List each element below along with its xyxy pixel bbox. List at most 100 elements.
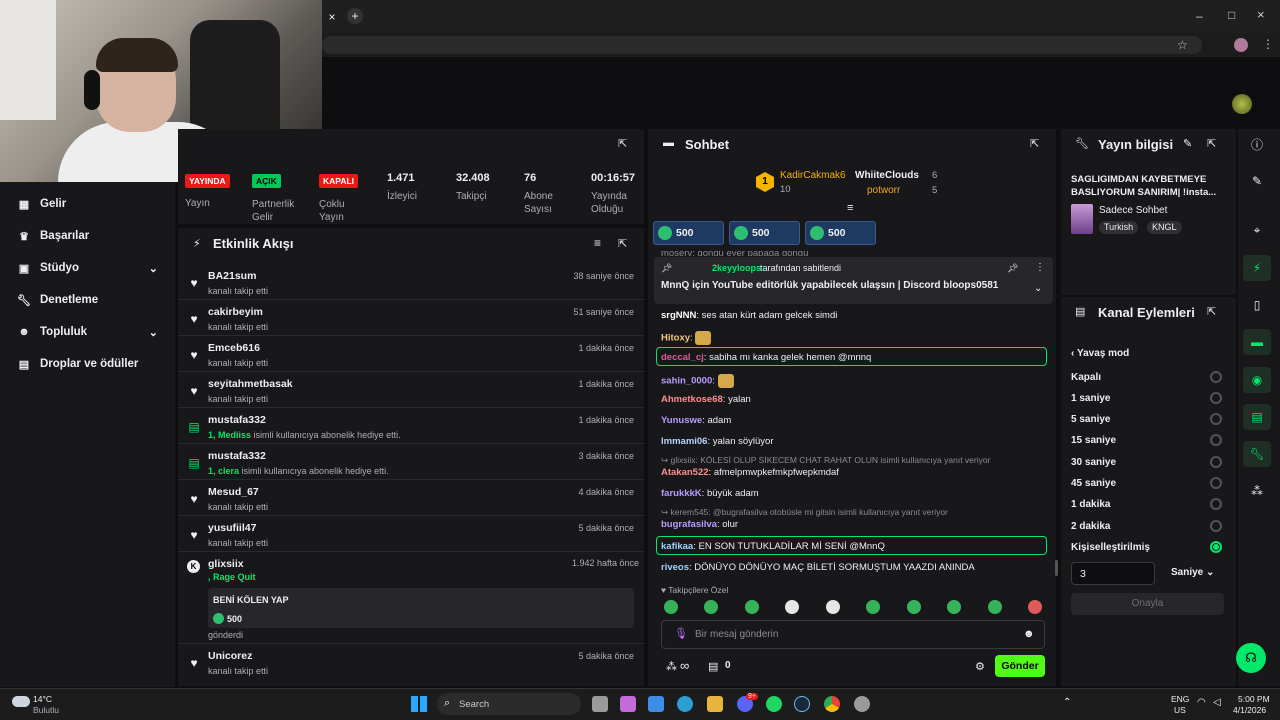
radio[interactable] bbox=[1210, 498, 1222, 510]
radio-selected[interactable] bbox=[1210, 541, 1222, 553]
copilot-icon[interactable] bbox=[620, 696, 636, 712]
tab-close-button[interactable]: × bbox=[325, 10, 339, 24]
nav-item-droplar[interactable]: ▤ Droplar ve ödüller bbox=[16, 354, 166, 374]
radio[interactable] bbox=[1210, 434, 1222, 446]
new-tab-button[interactable]: + bbox=[347, 8, 363, 24]
points-chip[interactable]: 500 bbox=[653, 221, 724, 245]
wrench-icon[interactable]: 🔧︎ bbox=[1243, 441, 1271, 467]
edge-icon[interactable] bbox=[677, 696, 693, 712]
window-minimize-button[interactable]: – bbox=[1196, 9, 1208, 23]
support-button[interactable]: ☊ bbox=[1236, 643, 1266, 673]
stat-label-yayin: Yayın bbox=[185, 198, 210, 209]
mods-icon[interactable]: ⁂ bbox=[666, 660, 677, 673]
tag-chip[interactable]: Turkish bbox=[1099, 221, 1139, 234]
popout-icon[interactable]: ⇱ bbox=[1030, 137, 1039, 150]
target-icon[interactable]: ⌖ bbox=[1243, 217, 1271, 243]
url-bar[interactable] bbox=[322, 36, 1202, 54]
points-chip[interactable]: 500 bbox=[805, 221, 876, 245]
nav-item-denetleme[interactable]: 🔧︎ Denetleme bbox=[16, 290, 166, 310]
steam-icon[interactable] bbox=[794, 696, 810, 712]
taskview-icon[interactable] bbox=[592, 696, 608, 712]
apply-button[interactable]: Onayla bbox=[1071, 593, 1224, 615]
slow-option[interactable]: Kapalı bbox=[1071, 369, 1226, 385]
emote-button[interactable] bbox=[745, 600, 759, 614]
emoji-icon[interactable]: ☻ bbox=[1023, 628, 1035, 640]
explorer-icon[interactable] bbox=[707, 696, 723, 712]
slow-option[interactable]: 45 saniye bbox=[1071, 475, 1226, 491]
app-icon[interactable] bbox=[854, 696, 870, 712]
pin-icon[interactable]: 📌︎ bbox=[1007, 263, 1018, 274]
popout-icon[interactable]: ⇱ bbox=[618, 237, 627, 250]
slow-option-selected[interactable]: Kişiselleştirilmiş bbox=[1071, 539, 1226, 555]
user-avatar[interactable] bbox=[1232, 94, 1252, 114]
radio[interactable] bbox=[1210, 392, 1222, 404]
collapse-icon[interactable]: ≡ bbox=[847, 202, 853, 214]
emote-button[interactable] bbox=[988, 600, 1002, 614]
profile-avatar[interactable] bbox=[1234, 38, 1248, 52]
popout-icon[interactable]: ⇱ bbox=[1207, 305, 1216, 318]
send-button[interactable]: Gönder bbox=[995, 655, 1045, 677]
popout-icon[interactable]: ⇱ bbox=[618, 137, 627, 150]
emote-button[interactable] bbox=[947, 600, 961, 614]
broadcast-icon[interactable]: ◉ bbox=[1243, 367, 1271, 393]
edit-icon[interactable]: ✎ bbox=[1183, 137, 1192, 150]
emote-button[interactable] bbox=[907, 600, 921, 614]
tray-chevron-icon[interactable]: ⌃ bbox=[1063, 697, 1071, 708]
emote-button[interactable] bbox=[785, 600, 799, 614]
mic-icon[interactable]: 🎙︎ bbox=[674, 627, 688, 640]
slow-option[interactable]: 15 saniye bbox=[1071, 432, 1226, 448]
nav-item-studyo[interactable]: ▣ Stüdyo ⌄ bbox=[16, 258, 166, 278]
filter-icon[interactable]: ≡ bbox=[594, 236, 601, 250]
lang-label[interactable]: ENG bbox=[1171, 694, 1189, 704]
window-close-button[interactable]: × bbox=[1257, 7, 1269, 22]
info-icon[interactable]: ⓘ bbox=[1243, 131, 1271, 157]
radio[interactable] bbox=[1210, 371, 1222, 383]
radio[interactable] bbox=[1210, 413, 1222, 425]
bolt-icon[interactable]: ⚡︎ bbox=[1243, 255, 1271, 281]
emote-button[interactable] bbox=[704, 600, 718, 614]
slow-option[interactable]: 1 dakika bbox=[1071, 496, 1226, 512]
nav-item-basarilar[interactable]: ♛ Başarılar bbox=[16, 226, 166, 246]
radio[interactable] bbox=[1210, 520, 1222, 532]
chat-scrollbar[interactable] bbox=[1055, 560, 1058, 576]
volume-icon[interactable]: ◁ bbox=[1213, 697, 1221, 708]
stat-label-coklu: Çoklu Yayın bbox=[319, 199, 345, 223]
slow-option[interactable]: 30 saniye bbox=[1071, 454, 1226, 470]
nav-item-topluluk[interactable]: ☻ Topluluk ⌄ bbox=[16, 322, 166, 342]
pinned-by: 2keyyloops bbox=[712, 263, 762, 273]
radio[interactable] bbox=[1210, 477, 1222, 489]
radio[interactable] bbox=[1210, 456, 1222, 468]
wifi-icon[interactable]: ◠ bbox=[1197, 697, 1206, 708]
spotify-icon[interactable] bbox=[766, 696, 782, 712]
users-icon[interactable]: ⁂ bbox=[1243, 478, 1271, 504]
menu-icon[interactable]: ⋮ bbox=[1262, 37, 1274, 51]
gear-icon[interactable]: ⚙︎ bbox=[975, 660, 985, 673]
nav-item-gelir[interactable]: ▦ Gelir bbox=[16, 194, 166, 214]
chevron-down-icon[interactable]: ⌄ bbox=[1034, 283, 1042, 294]
slow-option[interactable]: 1 saniye bbox=[1071, 390, 1226, 406]
slow-option[interactable]: 5 saniye bbox=[1071, 411, 1226, 427]
windows-icon[interactable] bbox=[411, 696, 427, 712]
popout-icon[interactable]: ⇱ bbox=[1207, 137, 1216, 150]
star-icon[interactable]: ☆ bbox=[1177, 38, 1188, 52]
pencil-icon[interactable]: ✎ bbox=[1243, 168, 1271, 194]
document-icon[interactable]: ▯ bbox=[1243, 292, 1271, 318]
emote-button[interactable] bbox=[826, 600, 840, 614]
emote-button[interactable] bbox=[866, 600, 880, 614]
actions-icon[interactable]: ▤ bbox=[1243, 404, 1271, 430]
emote-button[interactable] bbox=[1028, 600, 1042, 614]
custom-value-input[interactable]: 3 bbox=[1071, 562, 1155, 585]
category-name: Sadece Sohbet bbox=[1099, 205, 1168, 216]
points-chip[interactable]: 500 bbox=[729, 221, 800, 245]
unit-select[interactable]: Saniye ⌄ bbox=[1171, 567, 1214, 578]
gift-icon[interactable]: ▤ bbox=[708, 660, 718, 673]
chat-icon[interactable]: ▬ bbox=[1243, 329, 1271, 355]
chrome-icon[interactable] bbox=[824, 696, 840, 712]
store-icon[interactable] bbox=[648, 696, 664, 712]
emote-button[interactable] bbox=[664, 600, 678, 614]
window-maximize-button[interactable]: □ bbox=[1228, 8, 1240, 22]
slow-mode-back[interactable]: ‹ Yavaş mod bbox=[1071, 348, 1129, 359]
slow-option[interactable]: 2 dakika bbox=[1071, 518, 1226, 534]
tag-chip[interactable]: KNGL bbox=[1147, 221, 1182, 234]
more-icon[interactable]: ⋮ bbox=[1035, 262, 1045, 273]
